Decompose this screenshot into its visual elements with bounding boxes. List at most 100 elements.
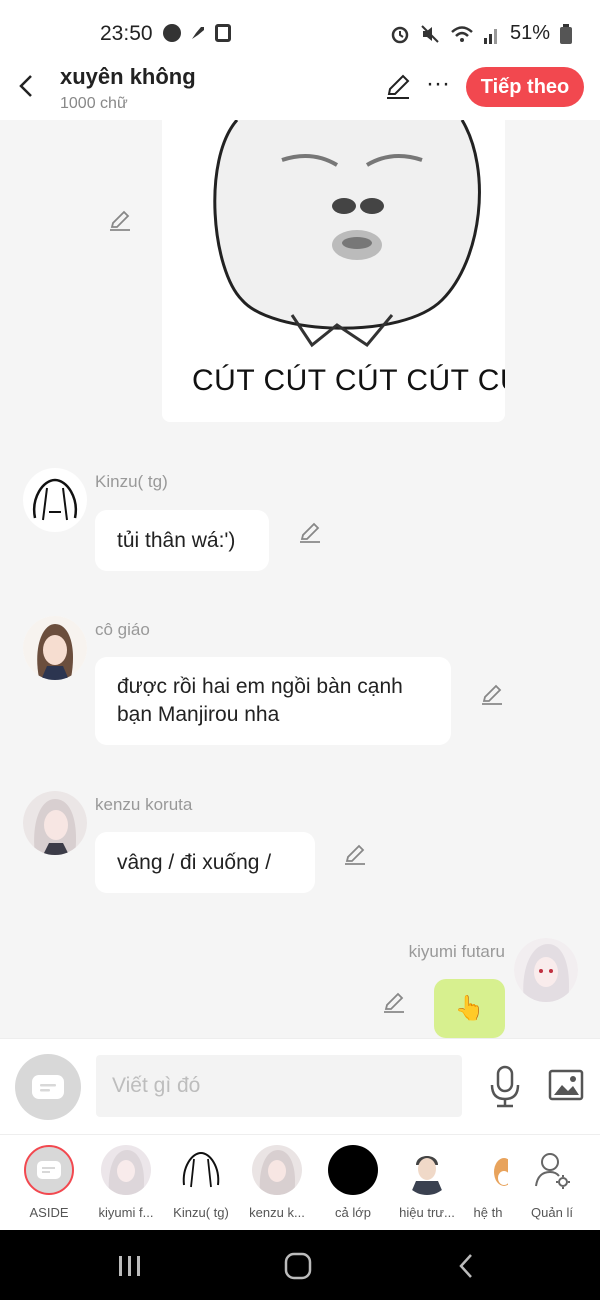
back-nav-button[interactable] <box>446 1246 486 1286</box>
character-avatar <box>328 1145 378 1195</box>
more-horizontal-icon: ··· <box>426 70 450 97</box>
sender-name: kiyumi futaru <box>408 942 505 961</box>
back-button[interactable] <box>8 66 44 106</box>
chat-bubble-icon <box>32 1075 64 1099</box>
character-avatar <box>176 1145 226 1195</box>
status-system-icons: 51% <box>390 22 572 45</box>
meme-face-image <box>213 120 481 348</box>
anime-avatar-image <box>101 1145 151 1195</box>
character-ca-lop[interactable]: cả lớp <box>319 1145 387 1220</box>
avatar-kenzu-koruta[interactable] <box>23 791 87 855</box>
sender-name: cô giáo <box>95 620 150 639</box>
avatar-kiyumi-futaru[interactable] <box>514 938 578 1002</box>
pencil-icon <box>345 844 365 865</box>
message-input[interactable] <box>96 1055 462 1117</box>
shiba-avatar-image <box>494 1158 508 1186</box>
chat-bubble-icon <box>37 1161 61 1179</box>
character-avatar <box>101 1145 151 1195</box>
character-label: kiyumi f... <box>98 1205 154 1220</box>
battery-percent: 51% <box>509 22 550 44</box>
next-button[interactable]: Tiếp theo <box>466 67 584 107</box>
alarm-icon <box>391 26 409 43</box>
message-bubble-own[interactable]: 👆 <box>434 979 505 1038</box>
character-kinzu[interactable]: Kinzu( tg) <box>167 1145 235 1220</box>
top-app-bar: xuyên không 1000 chữ ··· Tiếp theo <box>0 60 600 120</box>
status-time: 23:50 <box>100 22 153 45</box>
recent-apps-icon <box>119 1256 140 1276</box>
sketch-avatar-image <box>32 478 78 521</box>
home-button[interactable] <box>278 1246 318 1286</box>
rocket-icon <box>192 27 204 39</box>
character-label: Quản lí <box>531 1205 573 1220</box>
status-notification-icons <box>163 24 231 42</box>
character-avatar <box>402 1145 452 1195</box>
battery-icon <box>560 23 572 44</box>
anime-avatar-image <box>252 1145 302 1195</box>
pinterest-icon <box>163 24 181 42</box>
word-count: 1000 chữ <box>60 95 128 112</box>
sender-name: Kinzu( tg) <box>95 472 168 491</box>
anime-avatar-image <box>402 1145 452 1195</box>
chevron-left-icon <box>19 75 32 97</box>
edit-message-button[interactable] <box>480 682 504 706</box>
image-button[interactable] <box>548 1069 584 1103</box>
sketch-avatar-image <box>182 1151 220 1188</box>
pencil-icon <box>300 522 320 543</box>
message-bubble[interactable]: vâng / đi xuống / <box>95 832 315 893</box>
character-avatar <box>252 1145 302 1195</box>
home-icon <box>284 1252 312 1280</box>
pencil-icon <box>110 210 130 231</box>
character-label: Kinzu( tg) <box>173 1205 229 1220</box>
edit-title-button[interactable] <box>384 72 414 102</box>
character-label: kenzu k... <box>249 1205 305 1220</box>
chevron-left-icon <box>459 1254 472 1278</box>
anime-avatar-image <box>514 938 578 1002</box>
character-label: hệ th <box>473 1205 503 1220</box>
avatar-kinzu[interactable] <box>23 468 87 532</box>
chat-area[interactable]: CÚT CÚT CÚT CÚT CÚ Kinzu( tg) tủi thân w… <box>0 120 600 1038</box>
image-icon <box>548 1069 584 1101</box>
wifi-icon <box>451 25 473 42</box>
microphone-icon <box>490 1065 520 1108</box>
character-manager-button[interactable]: Quản lí <box>518 1145 586 1220</box>
status-bar: 23:50 51% <box>0 0 600 60</box>
meme-caption: CÚT CÚT CÚT CÚT CÚ <box>192 364 505 397</box>
recent-apps-button[interactable] <box>110 1246 150 1286</box>
character-label: cả lớp <box>335 1205 371 1220</box>
edit-message-button[interactable] <box>298 520 322 544</box>
pencil-icon <box>387 74 410 99</box>
app-notification-icon <box>215 24 231 42</box>
message-input-bar <box>0 1038 600 1134</box>
character-aside[interactable]: ASIDE <box>15 1145 83 1220</box>
pencil-icon <box>384 992 404 1013</box>
edit-message-button[interactable] <box>343 842 367 866</box>
character-avatar <box>468 1145 508 1195</box>
anime-avatar-image <box>23 791 87 855</box>
character-label: ASIDE <box>29 1205 69 1220</box>
mute-icon <box>421 24 439 43</box>
character-label: hiệu trư... <box>399 1205 455 1220</box>
message-bubble[interactable]: được rồi hai em ngồi bàn cạnh bạn Manjir… <box>95 657 451 745</box>
story-title: xuyên không <box>60 64 196 89</box>
more-options-button[interactable]: ··· <box>424 66 452 106</box>
edit-message-button[interactable] <box>382 990 406 1014</box>
avatar-co-giao[interactable] <box>23 616 87 680</box>
edit-message-button[interactable] <box>108 208 132 232</box>
character-selector: ASIDE kiyumi f... Kinzu( tg) kenzu k... … <box>0 1134 600 1230</box>
character-he-thong[interactable]: hệ th <box>468 1145 508 1220</box>
meme-image-message[interactable]: CÚT CÚT CÚT CÚT CÚ <box>162 120 505 422</box>
character-hieu-truong[interactable]: hiệu trư... <box>393 1145 461 1220</box>
microphone-button[interactable] <box>488 1065 522 1109</box>
aside-avatar <box>24 1145 74 1195</box>
user-settings-icon <box>535 1153 570 1189</box>
pencil-icon <box>482 684 502 705</box>
system-nav-bar <box>0 1230 600 1300</box>
character-avatar <box>527 1145 577 1195</box>
character-kenzu[interactable]: kenzu k... <box>243 1145 311 1220</box>
sender-name: kenzu koruta <box>95 795 193 814</box>
message-bubble[interactable]: tủi thân wá:') <box>95 510 269 571</box>
signal-icon <box>483 28 497 44</box>
aside-toggle-button[interactable] <box>15 1054 81 1120</box>
character-kiyumi[interactable]: kiyumi f... <box>92 1145 160 1220</box>
pointing-hand-icon: 👆 <box>454 995 485 1022</box>
